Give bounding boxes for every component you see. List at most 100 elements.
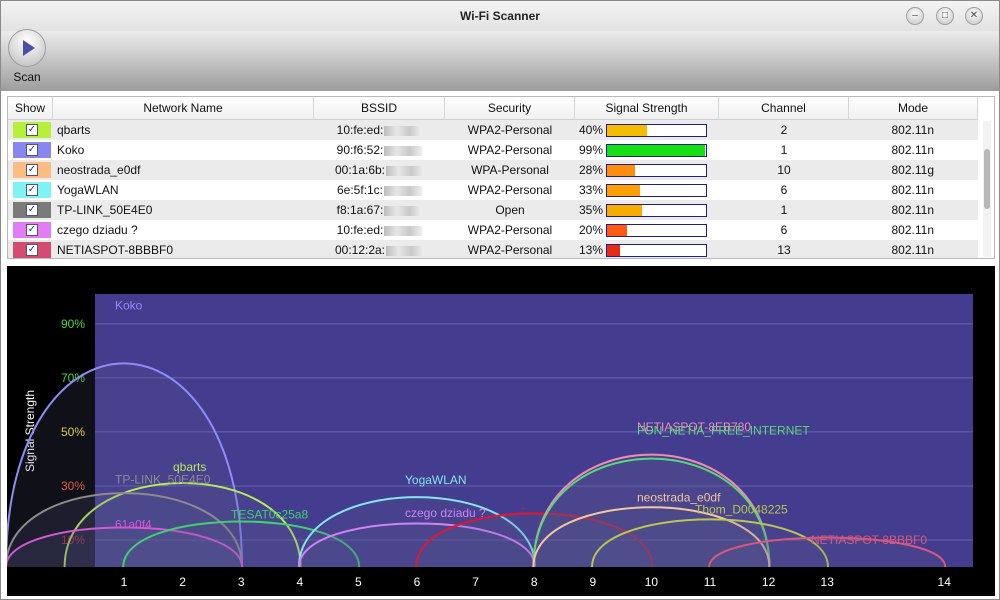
x-tick-label: 2 xyxy=(179,575,186,589)
table-body: ✓ qbarts 10:fe:ed: WPA2-Personal 40% 2 802.11n… xyxy=(8,120,978,258)
signal-percent: 35% xyxy=(579,203,604,217)
signal-bar-fill xyxy=(607,225,627,237)
x-tick-label: 10 xyxy=(645,575,659,589)
x-tick-label: 14 xyxy=(938,575,952,589)
bssid-redacted xyxy=(386,165,425,176)
column-header-show[interactable]: Show xyxy=(8,97,53,120)
x-tick-label: 1 xyxy=(121,575,128,589)
network-name: czego dziadu ? xyxy=(57,223,138,237)
show-cell: ✓ xyxy=(8,140,53,160)
x-tick-label: 6 xyxy=(414,575,421,589)
mode: 802.11n xyxy=(891,203,935,217)
table-row[interactable]: ✓ NETIASPOT-8BBBF0 00:12:2a: WPA2-Personal 1… xyxy=(8,240,978,258)
network-color-swatch: ✓ xyxy=(13,222,51,238)
x-tick-label: 7 xyxy=(472,575,479,589)
maximize-button[interactable]: □ xyxy=(936,7,954,25)
column-header-mode[interactable]: Mode xyxy=(849,97,978,120)
show-checkbox[interactable]: ✓ xyxy=(26,164,38,176)
show-checkbox[interactable]: ✓ xyxy=(26,144,38,156)
bssid: 90:f6:52: xyxy=(336,143,384,157)
network-label: YogaWLAN xyxy=(405,473,467,487)
security: Open xyxy=(495,203,525,217)
column-header-bssid[interactable]: BSSID xyxy=(314,97,445,120)
network-label: TP-LINK_50E4E0 xyxy=(115,472,211,486)
network-name: neostrada_e0df xyxy=(57,163,141,177)
signal-bar xyxy=(606,124,707,138)
show-checkbox[interactable]: ✓ xyxy=(26,124,38,136)
show-checkbox[interactable]: ✓ xyxy=(26,184,38,196)
signal-percent: 28% xyxy=(579,163,604,177)
security: WPA-Personal xyxy=(471,163,549,177)
table-row[interactable]: ✓ YogaWLAN 6e:5f:1c: WPA2-Personal 33% 6 802.1… xyxy=(8,180,978,200)
x-tick-label: 4 xyxy=(296,575,303,589)
network-label: Koko xyxy=(115,299,143,313)
bssid-redacted xyxy=(384,185,423,196)
x-tick-label: 8 xyxy=(531,575,538,589)
column-header-signal-strength[interactable]: Signal Strength xyxy=(575,97,719,120)
channel: 2 xyxy=(780,123,788,137)
network-label: - xyxy=(521,500,525,514)
column-header-channel[interactable]: Channel xyxy=(719,97,849,120)
network-name: qbarts xyxy=(57,123,91,137)
signal-cell: 35% xyxy=(575,200,719,220)
show-checkbox[interactable]: ✓ xyxy=(26,224,38,236)
column-header-security[interactable]: Security xyxy=(445,97,575,120)
table-row[interactable]: ✓ Koko 90:f6:52: WPA2-Personal 99% 1 802.11n xyxy=(8,140,978,160)
table-row[interactable]: ✓ TP-LINK_50E4E0 f8:1a:67: Open 35% 1 802.11n xyxy=(8,200,978,220)
table-scrollbar[interactable] xyxy=(983,121,991,257)
signal-bar xyxy=(606,244,707,258)
table-row[interactable]: ✓ neostrada_e0df 00:1a:6b: WPA-Personal 28% 1… xyxy=(8,160,978,180)
bssid-cell: 10:fe:ed: xyxy=(314,120,445,140)
channel: 10 xyxy=(777,163,791,177)
bssid: 10:fe:ed: xyxy=(336,223,384,237)
security: WPA2-Personal xyxy=(467,223,553,237)
table-row[interactable]: ✓ qbarts 10:fe:ed: WPA2-Personal 40% 2 802.11n xyxy=(8,120,978,140)
network-color-swatch: ✓ xyxy=(13,182,51,198)
show-cell: ✓ xyxy=(8,220,53,240)
signal-bar-fill xyxy=(607,145,705,157)
channel: 1 xyxy=(780,203,788,217)
security: WPA2-Personal xyxy=(467,123,553,137)
channel: 13 xyxy=(777,243,791,257)
signal-bar xyxy=(606,184,707,198)
table-row[interactable]: ✓ czego dziadu ? 10:fe:ed: WPA2-Personal 20%… xyxy=(8,220,978,240)
show-cell: ✓ xyxy=(8,200,53,220)
network-color-swatch: ✓ xyxy=(13,242,51,258)
column-header-network-name[interactable]: Network Name xyxy=(53,97,314,120)
title-bar: Wi-Fi Scanner – □ ✕ xyxy=(1,1,999,31)
mode: 802.11g xyxy=(891,163,935,177)
signal-percent: 13% xyxy=(579,243,604,257)
network-label: 61a0f4 xyxy=(115,517,152,531)
x-tick-label: 5 xyxy=(355,575,362,589)
bssid: 10:fe:ed: xyxy=(336,123,384,137)
channel: 6 xyxy=(780,223,788,237)
signal-cell: 40% xyxy=(575,120,719,140)
scan-button[interactable]: Scan xyxy=(7,29,47,87)
x-tick-label: 12 xyxy=(762,575,776,589)
bssid: f8:1a:67: xyxy=(336,203,384,217)
network-name: Koko xyxy=(57,143,85,157)
show-checkbox[interactable]: ✓ xyxy=(26,204,38,216)
bssid-redacted xyxy=(384,125,423,136)
network-color-swatch: ✓ xyxy=(13,142,51,158)
show-checkbox[interactable]: ✓ xyxy=(26,244,38,256)
bssid: 00:1a:6b: xyxy=(334,163,386,177)
close-button[interactable]: ✕ xyxy=(965,7,983,25)
mode: 802.11n xyxy=(891,243,935,257)
scrollbar-thumb[interactable] xyxy=(984,149,990,209)
bssid-cell: 90:f6:52: xyxy=(314,140,445,160)
table-header: Show Network Name BSSID Security Signal … xyxy=(8,97,978,120)
bssid-cell: 00:12:2a: xyxy=(314,240,445,258)
signal-bar xyxy=(606,164,707,178)
network-name: YogaWLAN xyxy=(57,183,119,197)
minimize-button[interactable]: – xyxy=(906,7,924,25)
bssid-cell: 6e:5f:1c: xyxy=(314,180,445,200)
network-label: FON_NETIA_FREE_INTERNET xyxy=(637,424,810,438)
bssid-redacted xyxy=(384,225,423,236)
mode: 802.11n xyxy=(891,123,935,137)
signal-bar-fill xyxy=(607,165,635,177)
signal-bar-fill xyxy=(607,185,640,197)
network-label: TESAT0c25a8 xyxy=(231,507,308,521)
x-tick-label: 13 xyxy=(821,575,835,589)
bssid: 00:12:2a: xyxy=(334,243,386,257)
